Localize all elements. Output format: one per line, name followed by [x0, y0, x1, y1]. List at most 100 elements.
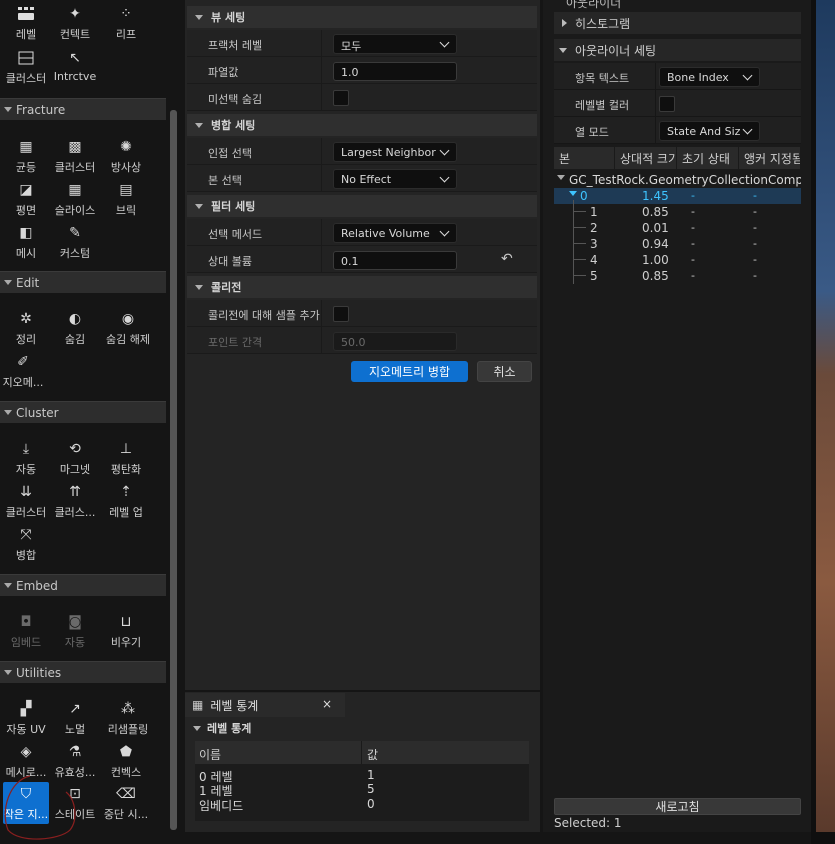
tool-planar[interactable]: ◪ 평면: [3, 178, 49, 220]
tool-resample[interactable]: ⁂ 리샘플링: [103, 697, 153, 739]
section-header-fracture[interactable]: Fracture: [0, 98, 166, 120]
outliner-settings-header[interactable]: 아웃라이너 세팅: [554, 39, 801, 61]
tree-row-0[interactable]: 0 1.45 - -: [554, 188, 801, 204]
tool-auto-cluster[interactable]: ⤓ 자동: [3, 437, 49, 479]
tool-uniform[interactable]: ▦ 균등: [3, 135, 49, 177]
tool-level-up[interactable]: ⇡ 레벨 업: [103, 480, 149, 522]
toolbar-scrollbar[interactable]: [170, 110, 177, 830]
tool-label: 자동: [15, 463, 37, 476]
hide-unselected-checkbox[interactable]: [333, 90, 349, 106]
toolbar-scrollbar-thumb[interactable]: [170, 110, 177, 830]
tree-row-1[interactable]: 1 0.85 - -: [554, 200, 801, 284]
tool-auto-uv[interactable]: ▞ 자동 UV: [3, 697, 49, 739]
tool-embed[interactable]: ◘ 임베드: [3, 610, 49, 652]
category-filter-settings[interactable]: 필터 세팅: [187, 195, 537, 217]
tool-label: 리샘플링: [107, 723, 149, 736]
tool-label: 자동: [64, 636, 86, 649]
category-view-settings[interactable]: 뷰 세팅: [187, 6, 537, 28]
tool-label: 레벨: [15, 28, 37, 41]
tool-merge[interactable]: ⤧ 병합: [3, 523, 49, 565]
viewport-edge[interactable]: [811, 0, 835, 844]
chevron-down-icon: [439, 226, 450, 237]
tree-row-3[interactable]: 3 0.94 - -: [554, 236, 801, 252]
tool-brick[interactable]: ▤ 브릭: [103, 178, 149, 220]
selection-method-dropdown[interactable]: Relative Volume: [333, 223, 457, 243]
section-header-utilities[interactable]: Utilities: [0, 661, 166, 683]
tool-flatten[interactable]: ⊥ 평탄화: [103, 437, 149, 479]
neighbor-selection-dropdown[interactable]: Largest Neighbor: [333, 142, 457, 162]
tool-magnet[interactable]: ⟲ 마그넷: [52, 437, 98, 479]
close-icon[interactable]: ×: [322, 697, 332, 711]
tool-cluster-down[interactable]: ⇊ 클러스터: [3, 480, 49, 522]
item-text-dropdown[interactable]: Bone Index: [659, 67, 760, 87]
tool-label: 리프: [115, 28, 137, 41]
column-mode-dropdown[interactable]: State And Siz: [659, 121, 760, 141]
tool-auto-embed[interactable]: ◙ 자동: [52, 610, 98, 652]
tool-custom[interactable]: ✎ 커스텀: [52, 221, 98, 263]
stats-section-header[interactable]: 레벨 통계: [189, 719, 529, 737]
column-header-bone[interactable]: 본: [554, 147, 615, 169]
tool-unhide[interactable]: ◉ 숨김 해제: [103, 307, 153, 349]
tree-row-5[interactable]: 5 0.85 - -: [554, 268, 801, 284]
initial-state: -: [691, 221, 695, 234]
property-label: 열 모드: [575, 126, 609, 139]
anchored: -: [753, 269, 757, 282]
tool-radial[interactable]: ✺ 방사상: [103, 135, 149, 177]
tab-label: 레벨 통계: [210, 698, 259, 713]
histogram-header[interactable]: 히스토그램: [554, 12, 801, 34]
refresh-button[interactable]: 새로고침: [554, 798, 801, 815]
tool-cluster-up[interactable]: ⇈ 클러스...: [52, 480, 98, 522]
column-header-relative-size[interactable]: 상대적 크기: [615, 147, 677, 169]
tree-root-row[interactable]: GC_TestRock.GeometryCollectionComponent0: [554, 172, 801, 188]
category-title: 콜리전: [211, 281, 242, 294]
category-collision[interactable]: 콜리전: [187, 276, 537, 298]
tab-level-stats[interactable]: ▦ 레벨 통계 ×: [185, 693, 345, 717]
tool-label: 정리: [15, 333, 37, 346]
bone-index: 3: [590, 237, 598, 251]
tool-leaf[interactable]: ⁘ 리프: [103, 2, 149, 44]
tool-label: 평면: [15, 204, 37, 217]
tool-label: 임베드: [10, 636, 42, 649]
section-header-edit[interactable]: Edit: [0, 271, 166, 293]
column-header-initial-state[interactable]: 초기 상태: [677, 147, 739, 169]
merge-geometry-button[interactable]: 지오메트리 병합: [351, 361, 468, 382]
chevron-down-icon: [195, 203, 203, 209]
reset-to-default-icon[interactable]: ↶: [501, 251, 513, 267]
stats-table: 이름 값 0 레벨 1 1 레벨 5 임베디드 0: [195, 741, 529, 821]
fracture-level-dropdown[interactable]: 모두: [333, 34, 457, 54]
point-spacing-input[interactable]: 50.0: [333, 332, 457, 351]
tree-row-4[interactable]: 4 1.00 - -: [554, 252, 801, 268]
tool-hide[interactable]: ◐ 숨김: [52, 307, 98, 349]
bone-selection-dropdown[interactable]: No Effect: [333, 169, 457, 189]
tool-normal[interactable]: ↗ 노멀: [52, 697, 98, 739]
cancel-button[interactable]: 취소: [477, 361, 532, 382]
column-divider: [361, 741, 362, 764]
tool-label: 클러스터: [5, 72, 47, 85]
category-title: 필터 세팅: [211, 200, 256, 213]
initial-state: -: [691, 189, 695, 202]
tool-mesh[interactable]: ◧ 메시: [3, 221, 49, 263]
category-merge-settings[interactable]: 병합 세팅: [187, 114, 537, 136]
tool-interactive[interactable]: ↖ Intrctve: [52, 46, 98, 88]
color-by-level-checkbox[interactable]: [659, 96, 675, 112]
tool-geometry[interactable]: ✐ 지오메...: [0, 350, 46, 392]
relative-volume-input[interactable]: 0.1: [333, 251, 457, 270]
tree-row-2[interactable]: 2 0.01 - -: [554, 220, 801, 236]
cluster-up-icon: ⇈: [69, 484, 81, 500]
tool-contact[interactable]: ✦ 컨텍트: [52, 2, 98, 44]
column-header-anchored[interactable]: 앵커 지정됨: [739, 147, 801, 169]
explode-amount-input[interactable]: 1.0: [333, 62, 457, 81]
tool-convex[interactable]: ⬟ 컨벡스: [103, 740, 149, 782]
section-header-cluster[interactable]: Cluster: [0, 401, 166, 423]
tool-level[interactable]: 레벨: [3, 2, 49, 44]
row-column-mode: 열 모드 State And Siz: [554, 117, 801, 144]
add-samples-checkbox[interactable]: [333, 306, 349, 322]
tool-cluster-view[interactable]: 클러스터: [3, 46, 49, 88]
tool-slice[interactable]: ▦ 슬라이스: [52, 178, 98, 220]
tool-cleanup[interactable]: ✲ 정리: [3, 307, 49, 349]
section-header-embed[interactable]: Embed: [0, 574, 166, 596]
tool-remove-on-break[interactable]: ⌫ 중단 시...: [103, 782, 149, 824]
tool-flush[interactable]: ⊔ 비우기: [103, 610, 149, 652]
property-label: 상대 볼륨: [208, 255, 252, 268]
tool-cluster-fracture[interactable]: ▩ 클러스터: [52, 135, 98, 177]
